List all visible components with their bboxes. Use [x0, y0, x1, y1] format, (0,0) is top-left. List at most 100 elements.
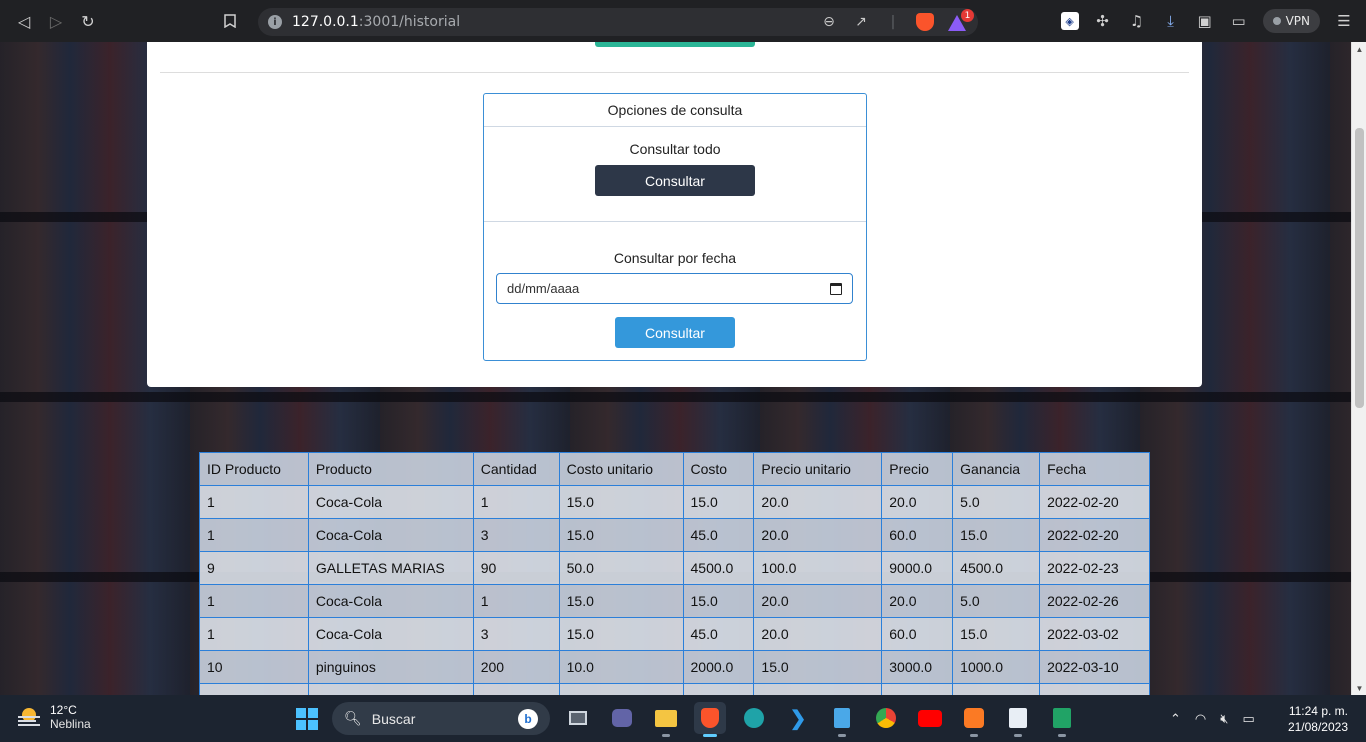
snipping-tool-icon[interactable] [1002, 702, 1034, 737]
vscode-icon[interactable]: ❯ [782, 702, 814, 734]
windows-taskbar: 12°C Neblina 🔍︎ Buscar b ❯ ⌃ ◠ 🔇︎ ▭ 11:2… [0, 695, 1366, 742]
cell-producto: Coca-Cola [307, 485, 474, 519]
chevron-up-icon[interactable]: ⌃ [1170, 711, 1181, 727]
weather-fog-icon [18, 706, 42, 728]
weather-widget[interactable]: 12°C Neblina [18, 703, 91, 731]
cell-fecha: 2022-02-20 [1039, 485, 1150, 519]
separator: | [890, 14, 896, 30]
cell-cut [881, 683, 954, 695]
extension-icon[interactable]: ◈ [1060, 12, 1079, 30]
site-info-icon[interactable]: i [268, 15, 282, 29]
cell-precio-unitario: 100.0 [753, 551, 883, 585]
music-icon[interactable]: ♫ [1127, 11, 1147, 31]
sidebar-icon[interactable]: ▣ [1195, 11, 1215, 31]
cell-ganancia: 15.0 [952, 518, 1041, 552]
bookmark-icon[interactable] [220, 11, 240, 31]
cell-costo: 45.0 [682, 617, 755, 651]
scroll-down-icon[interactable]: ▼ [1352, 681, 1366, 695]
query-all-button[interactable]: Consultar [595, 165, 755, 196]
brave-shields-icon[interactable] [916, 13, 934, 31]
taskbar-search[interactable]: 🔍︎ Buscar b [332, 702, 550, 735]
table-row-partial [199, 683, 1150, 695]
notepad-icon[interactable] [826, 702, 858, 737]
top-button-edge[interactable] [595, 42, 755, 47]
cell-precio-unitario: 20.0 [753, 485, 883, 519]
col-fecha: Fecha [1039, 452, 1150, 486]
edge-icon[interactable] [738, 702, 770, 734]
battery-icon[interactable]: ▭ [1242, 711, 1254, 727]
search-label: Buscar [371, 710, 416, 727]
cell-id: 1 [199, 518, 309, 552]
cell-cantidad: 90 [472, 551, 560, 585]
cell-precio-unitario: 20.0 [753, 584, 883, 618]
table-row: 9 GALLETAS MARIAS 90 50.0 4500.0 100.0 9000.0 4… [199, 551, 1150, 585]
vpn-button[interactable]: VPN [1262, 9, 1320, 33]
cell-precio: 60.0 [881, 518, 954, 552]
file-explorer-icon[interactable] [650, 702, 682, 737]
teams-icon[interactable] [606, 702, 638, 734]
reload-icon[interactable]: ↻ [72, 5, 104, 37]
wallet-icon[interactable]: ▭ [1229, 11, 1249, 31]
cell-cut [472, 683, 560, 695]
url-text: 127.0.0.1:3001/historial [292, 14, 461, 30]
options-title: Opciones de consulta [484, 94, 866, 127]
forward-icon[interactable]: ▷ [40, 5, 72, 37]
col-precio: Precio [881, 452, 954, 486]
extensions-area: ◈ ✣ ♫ ⤓ ▣ ▭ VPN ☰ [1060, 0, 1366, 42]
brave-rewards-icon[interactable]: 1 [948, 9, 974, 31]
puzzle-icon[interactable]: ✣ [1093, 11, 1113, 31]
xampp-icon[interactable] [958, 702, 990, 737]
cell-costo-unitario: 15.0 [558, 617, 684, 651]
table-row: 1 Coca-Cola 1 15.0 15.0 20.0 20.0 5.0 2022-02-26 [199, 584, 1150, 618]
cell-precio: 60.0 [881, 617, 954, 651]
table-row: 10 pinguinos 200 10.0 2000.0 15.0 3000.0 1000.0… [199, 650, 1150, 684]
query-all-label: Consultar todo [629, 141, 721, 157]
volume-muted-icon[interactable]: 🔇︎ [1220, 711, 1228, 727]
vpn-label: VPN [1285, 14, 1310, 28]
brave-icon[interactable] [694, 702, 726, 737]
cell-ganancia: 5.0 [952, 584, 1041, 618]
download-icon[interactable]: ⤓ [1161, 11, 1181, 31]
wifi-icon[interactable]: ◠ [1195, 711, 1206, 727]
zoom-icon[interactable]: ⊖ [820, 13, 838, 31]
cell-cut [952, 683, 1041, 695]
divider [160, 72, 1189, 73]
share-icon[interactable]: ↗ [852, 13, 870, 31]
youtube-icon[interactable] [914, 702, 946, 734]
cell-costo-unitario: 10.0 [558, 650, 684, 684]
clock[interactable]: 11:24 p. m. 21/08/2023 [1288, 703, 1348, 735]
cell-ganancia: 5.0 [952, 485, 1041, 519]
history-table-container: ID Producto Producto Cantidad Costo unit… [199, 452, 1150, 695]
cell-producto: GALLETAS MARIAS [307, 551, 474, 585]
weather-desc: Neblina [50, 717, 91, 731]
date-input[interactable]: dd/mm/aaaa [496, 273, 853, 304]
cell-costo: 2000.0 [682, 650, 755, 684]
cell-precio-unitario: 20.0 [753, 617, 883, 651]
address-bar[interactable]: i 127.0.0.1:3001/historial ⊖ ↗ | 1 [258, 8, 978, 36]
cell-costo: 15.0 [682, 584, 755, 618]
cell-costo: 15.0 [682, 485, 755, 519]
start-icon[interactable] [296, 708, 318, 730]
cell-producto: Coca-Cola [307, 617, 474, 651]
col-producto: Producto [307, 452, 474, 486]
chrome-icon[interactable] [870, 702, 902, 734]
scroll-thumb[interactable] [1355, 128, 1364, 408]
cell-precio: 9000.0 [881, 551, 954, 585]
task-view-icon[interactable] [562, 702, 594, 734]
rewards-badge: 1 [961, 9, 974, 22]
cell-id: 1 [199, 617, 309, 651]
query-date-button[interactable]: Consultar [615, 317, 735, 348]
query-options-panel: Opciones de consulta Consultar todo Cons… [483, 93, 867, 361]
back-icon[interactable]: ◁ [8, 5, 40, 37]
calendar-icon[interactable] [830, 282, 842, 295]
col-costo: Costo [682, 452, 755, 486]
page-viewport: Opciones de consulta Consultar todo Cons… [0, 42, 1366, 695]
page-scrollbar[interactable]: ▲ ▼ [1351, 42, 1366, 695]
scroll-up-icon[interactable]: ▲ [1352, 42, 1366, 56]
bing-icon[interactable]: b [518, 708, 538, 729]
menu-icon[interactable]: ☰ [1334, 11, 1354, 31]
cell-cut [753, 683, 883, 695]
system-tray: ⌃ ◠ 🔇︎ ▭ [1170, 695, 1255, 742]
excel-icon[interactable] [1046, 702, 1078, 737]
cell-id: 1 [199, 485, 309, 519]
